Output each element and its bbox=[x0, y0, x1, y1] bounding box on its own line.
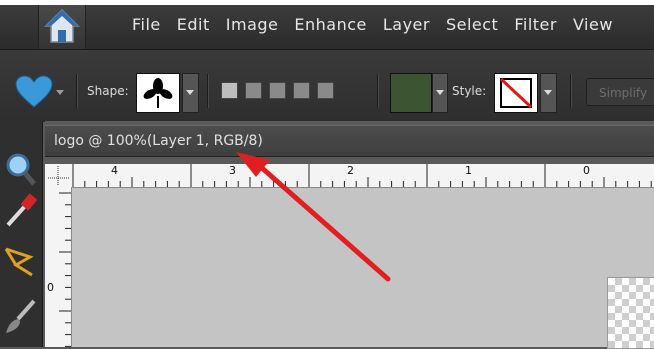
style-picker[interactable] bbox=[494, 73, 538, 113]
lasso-tool-icon[interactable] bbox=[4, 243, 38, 283]
zoom-tool-icon[interactable] bbox=[4, 151, 38, 187]
horizontal-ruler[interactable]: 4 3 2 1 0 bbox=[71, 164, 654, 188]
tool-options-bar: Shape: Style: Simplify bbox=[0, 49, 654, 122]
divider bbox=[207, 74, 209, 108]
transparent-layer-area bbox=[607, 277, 654, 349]
add-to-shape-icon[interactable] bbox=[245, 82, 262, 99]
menu-image[interactable]: Image bbox=[226, 15, 279, 34]
intersect-shape-icon[interactable] bbox=[293, 82, 310, 99]
menu-filter[interactable]: Filter bbox=[514, 15, 557, 34]
leaf-shape-icon bbox=[143, 78, 173, 108]
eyedropper-tool-icon[interactable] bbox=[4, 193, 38, 229]
tools-panel bbox=[0, 121, 43, 347]
ruler-label: 2 bbox=[347, 164, 354, 177]
menu-items: File Edit Image Enhance Layer Select Fil… bbox=[132, 15, 613, 34]
ruler-origin[interactable] bbox=[45, 164, 72, 188]
simplify-button[interactable]: Simplify bbox=[586, 78, 654, 106]
menu-select[interactable]: Select bbox=[446, 15, 498, 34]
ruler-label: 0 bbox=[47, 281, 54, 294]
no-style-icon bbox=[499, 77, 533, 109]
vertical-ruler[interactable]: 0 bbox=[45, 187, 72, 347]
color-dropdown[interactable] bbox=[432, 73, 448, 113]
style-label: Style: bbox=[452, 84, 487, 98]
shape-dropdown[interactable] bbox=[182, 73, 199, 113]
tool-preset-dropdown-icon[interactable] bbox=[56, 90, 64, 95]
shape-picker[interactable] bbox=[136, 73, 180, 113]
ruler-label: 4 bbox=[111, 164, 118, 177]
color-swatch[interactable] bbox=[390, 73, 432, 113]
divider bbox=[377, 74, 379, 108]
ruler-label: 0 bbox=[583, 164, 590, 177]
home-button[interactable] bbox=[38, 5, 86, 49]
image-canvas[interactable] bbox=[72, 188, 654, 349]
shape-mode-group bbox=[221, 82, 334, 99]
shape-label: Shape: bbox=[87, 84, 129, 98]
document-area: logo @ 100%(Layer 1, RGB/8) 4 3 2 1 0 0 bbox=[45, 121, 654, 349]
brush-tool-icon[interactable] bbox=[4, 297, 38, 337]
menu-layer[interactable]: Layer bbox=[383, 15, 430, 34]
menu-view[interactable]: View bbox=[573, 15, 613, 34]
subtract-shape-icon[interactable] bbox=[269, 82, 286, 99]
exclude-shape-icon[interactable] bbox=[317, 82, 334, 99]
custom-shape-tool-icon[interactable] bbox=[14, 75, 54, 109]
divider bbox=[76, 74, 78, 108]
ruler-label: 3 bbox=[229, 164, 236, 177]
menu-edit[interactable]: Edit bbox=[177, 15, 210, 34]
ruler-ticks bbox=[59, 192, 71, 347]
ruler-label: 1 bbox=[465, 164, 472, 177]
ruler-corner-icon bbox=[48, 166, 69, 185]
divider bbox=[570, 74, 572, 108]
ruler-ticks bbox=[72, 164, 652, 187]
style-dropdown[interactable] bbox=[540, 73, 557, 113]
menu-bar: File Edit Image Enhance Layer Select Fil… bbox=[0, 5, 654, 49]
home-icon bbox=[44, 8, 80, 43]
document-tab[interactable]: logo @ 100%(Layer 1, RGB/8) bbox=[45, 125, 654, 157]
new-shape-layer-icon[interactable] bbox=[221, 82, 238, 99]
menu-enhance[interactable]: Enhance bbox=[294, 15, 366, 34]
document-title: logo @ 100%(Layer 1, RGB/8) bbox=[54, 133, 263, 149]
menu-file[interactable]: File bbox=[132, 15, 161, 34]
